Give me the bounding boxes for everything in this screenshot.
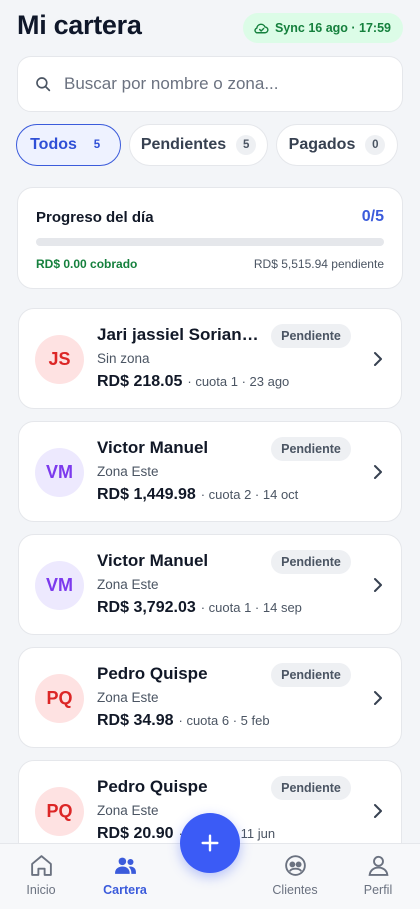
installment-amount: RD$ 218.05 xyxy=(97,373,183,390)
installment-meta: · cuota 6 · 5 feb xyxy=(178,713,270,728)
nav-item-perfil[interactable]: Perfil xyxy=(338,844,418,909)
installment-amount: RD$ 20.90 xyxy=(97,825,174,842)
client-name: Jari jassiel Soriano… xyxy=(97,325,265,344)
filter-chip-pendientes[interactable]: Pendientes 5 xyxy=(129,124,268,166)
plus-icon xyxy=(201,834,219,852)
chevron-right-icon xyxy=(374,352,382,366)
filter-chip-label: Pendientes xyxy=(140,136,227,153)
daily-progress-card: Progreso del día 0/5 RD$ 0.00 cobrado RD… xyxy=(17,187,403,289)
installment-amount: RD$ 1,449.98 xyxy=(97,486,196,503)
app-screen: Mi cartera Sync 16 ago · 17:59 Todos 5 P… xyxy=(0,0,420,909)
chevron-right-icon xyxy=(374,465,382,479)
filter-chip-todos[interactable]: Todos 5 xyxy=(16,124,121,166)
sync-label: Sync 16 ago · 17:59 xyxy=(274,21,391,35)
filter-chips: Todos 5 Pendientes 5 Pagados 0 xyxy=(16,124,404,166)
filter-chip-count: 0 xyxy=(365,135,386,155)
filter-chip-pagados[interactable]: Pagados 0 xyxy=(276,124,398,166)
loan-card[interactable]: VM Victor Manuel Pendiente Zona Este RD$… xyxy=(18,534,402,635)
loan-card[interactable]: JS Jari jassiel Soriano… Pendiente Sin z… xyxy=(18,308,402,409)
installment-amount: RD$ 34.98 xyxy=(97,712,174,729)
users-icon xyxy=(115,857,136,874)
clients-icon xyxy=(285,855,306,876)
installment-line: RD$ 34.98 · cuota 6 · 5 feb xyxy=(97,712,270,730)
client-name: Pedro Quispe xyxy=(97,777,208,796)
chevron-right-icon xyxy=(374,578,382,592)
loan-card[interactable]: VM Victor Manuel Pendiente Zona Este RD$… xyxy=(18,421,402,522)
client-zone: Zona Este xyxy=(97,690,159,705)
client-zone: Sin zona xyxy=(97,351,150,366)
home-icon xyxy=(31,855,52,876)
nav-item-clientes[interactable]: Clientes xyxy=(255,844,335,909)
search-box[interactable] xyxy=(17,56,403,112)
avatar: VM xyxy=(35,448,84,497)
installment-amount: RD$ 3,792.03 xyxy=(97,599,196,616)
status-badge: Pendiente xyxy=(271,776,351,800)
status-badge: Pendiente xyxy=(271,663,351,687)
chevron-right-icon xyxy=(374,691,382,705)
profile-icon xyxy=(368,855,389,876)
installment-line: RD$ 218.05 · cuota 1 · 23 ago xyxy=(97,373,289,391)
page-title: Mi cartera xyxy=(17,10,142,40)
nav-item-cartera[interactable]: Cartera xyxy=(85,844,165,909)
header: Mi cartera Sync 16 ago · 17:59 xyxy=(17,8,403,44)
filter-chip-count: 5 xyxy=(93,139,101,151)
avatar: VM xyxy=(35,561,84,610)
progress-pending: RD$ 5,515.94 pendiente xyxy=(253,257,384,271)
loan-card[interactable]: PQ Pedro Quispe Pendiente Zona Este RD$ … xyxy=(18,647,402,748)
nav-label: Cartera xyxy=(103,883,147,897)
cloud-check-icon xyxy=(254,23,269,33)
search-input[interactable] xyxy=(64,74,402,94)
progress-ratio: 0/5 xyxy=(361,208,384,225)
avatar: JS xyxy=(35,335,84,384)
status-badge: Pendiente xyxy=(271,550,351,574)
progress-collected: RD$ 0.00 cobrado xyxy=(36,257,138,271)
avatar: PQ xyxy=(35,787,84,836)
filter-chip-label: Todos xyxy=(30,136,77,153)
chevron-right-icon xyxy=(374,804,382,818)
status-badge: Pendiente xyxy=(271,324,351,348)
nav-item-inicio[interactable]: Inicio xyxy=(1,844,81,909)
add-loan-button[interactable] xyxy=(180,813,240,873)
client-zone: Zona Este xyxy=(97,577,159,592)
filter-chip-count: 5 xyxy=(236,135,257,155)
installment-line: RD$ 3,792.03 · cuota 1 · 14 sep xyxy=(97,599,302,617)
filter-chip-label: Pagados xyxy=(288,136,356,153)
client-zone: Zona Este xyxy=(97,464,159,479)
installment-meta: · cuota 1 · 14 sep xyxy=(200,600,302,615)
client-name: Pedro Quispe xyxy=(97,664,208,683)
client-name: Victor Manuel xyxy=(97,551,209,570)
progress-title: Progreso del día xyxy=(36,209,154,226)
status-badge: Pendiente xyxy=(271,437,351,461)
installment-meta: · cuota 1 · 23 ago xyxy=(187,374,290,389)
client-zone: Zona Este xyxy=(97,803,159,818)
installment-line: RD$ 1,449.98 · cuota 2 · 14 oct xyxy=(97,486,298,504)
sync-status-badge[interactable]: Sync 16 ago · 17:59 xyxy=(242,13,403,43)
nav-label: Clientes xyxy=(272,883,318,897)
nav-label: Perfil xyxy=(363,883,393,897)
avatar: PQ xyxy=(35,674,84,723)
progress-bar xyxy=(36,238,384,246)
search-icon xyxy=(36,77,51,92)
nav-label: Inicio xyxy=(26,883,56,897)
installment-meta: · cuota 2 · 14 oct xyxy=(200,487,299,502)
client-name: Victor Manuel xyxy=(97,438,209,457)
